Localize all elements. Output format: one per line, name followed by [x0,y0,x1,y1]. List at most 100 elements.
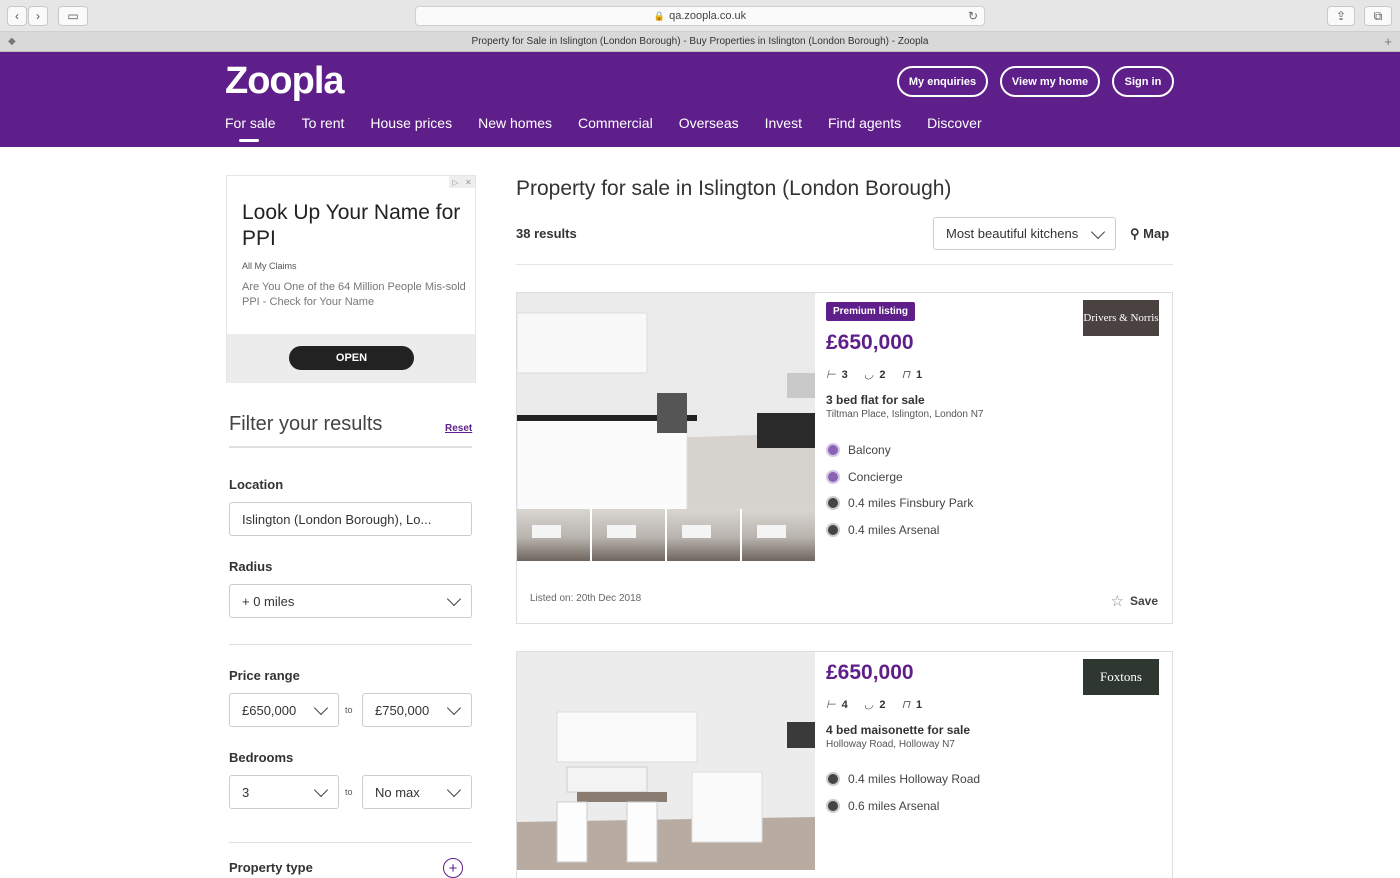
location-input[interactable]: Islington (London Borough), Lo... [229,502,472,536]
ad-title[interactable]: Look Up Your Name for PPI [242,200,462,252]
listing-address: Tiltman Place, Islington, London N7 [826,409,984,420]
chevron-down-icon [446,700,462,716]
to-label: to [345,787,353,797]
price-min-select[interactable]: £650,000 [229,693,339,727]
chevron-down-icon [313,782,329,798]
feature-text: 0.4 miles Finsbury Park [848,496,974,510]
sign-in-button[interactable]: Sign in [1112,66,1174,97]
location-label: Location [229,477,284,492]
receptions-spec: ⊓ 1 [901,368,922,382]
map-link[interactable]: ⚲ Map [1130,226,1169,242]
address-url: qa.zoopla.co.uk [669,10,747,22]
forward-icon[interactable]: › [28,6,48,26]
bedrooms-label: Bedrooms [229,750,294,765]
feature-item: Concierge [826,470,903,484]
nav-find-agents[interactable]: Find agents [828,115,901,131]
results-count: 38 results [516,226,577,241]
sort-select[interactable]: Most beautiful kitchens [933,217,1116,250]
reset-link[interactable]: Reset [445,423,472,434]
ad-footer: OPEN [227,334,475,383]
nav-overseas[interactable]: Overseas [679,115,739,131]
agent-logo[interactable]: Foxtons [1083,659,1159,695]
expand-plus-icon[interactable]: + [443,858,463,878]
beds-spec: ⊢ 3 [826,368,848,382]
listing-card[interactable]: Foxtons £650,000 ⊢ 4 ◡ 2 ⊓ 1 4 bed maisonet… [516,651,1173,878]
chevron-down-icon [446,782,462,798]
lock-icon: 🔒 [653,10,666,21]
thumbnail[interactable] [667,509,740,561]
beds-count: 3 [841,368,848,381]
listing-price[interactable]: £650,000 [826,661,914,685]
sofa-icon: ⊓ [901,369,911,381]
tick-icon [826,443,840,457]
nav-for-sale[interactable]: For sale [225,115,276,142]
reload-icon[interactable]: ↻ [968,9,978,23]
listed-date: Listed on: 20th Dec 2018 [530,593,642,604]
train-icon [826,496,840,510]
ad-choices-icon[interactable]: ▷ ✕ [449,176,475,188]
my-enquiries-button[interactable]: My enquiries [897,66,988,97]
radius-label: Radius [229,559,273,574]
premium-badge: Premium listing [826,302,916,321]
feature-item: 0.4 miles Holloway Road [826,772,980,786]
bed-icon: ⊢ [826,699,836,711]
kitchen-photo[interactable] [517,293,815,509]
sidebar-icon[interactable]: ▭ [58,6,88,26]
thumbnail[interactable] [742,509,815,561]
receptions-count: 1 [916,698,923,711]
feature-item: 0.6 miles Arsenal [826,799,939,813]
sort-value: Most beautiful kitchens [946,226,1079,241]
to-label: to [345,705,353,715]
tab-title[interactable]: Property for Sale in Islington (London B… [472,36,929,47]
beds-spec: ⊢ 4 [826,698,848,712]
new-tab-icon[interactable]: + [1384,34,1392,49]
advert[interactable]: ▷ ✕ Look Up Your Name for PPI All My Clai… [226,175,476,383]
feature-text: Balcony [848,443,891,457]
thumbnail[interactable] [592,509,665,561]
kitchen-photo[interactable] [517,652,815,870]
nav-new-homes[interactable]: New homes [478,115,552,131]
bath-icon: ◡ [863,699,874,711]
listing-card[interactable]: Premium listing Drivers & Norris £650,00… [516,292,1173,624]
divider [229,446,472,448]
listing-title[interactable]: 3 bed flat for sale [826,393,925,407]
feature-text: Concierge [848,470,903,484]
feature-text: 0.6 miles Arsenal [848,799,940,813]
view-my-home-button[interactable]: View my home [1000,66,1100,97]
map-pin-icon: ⚲ [1130,226,1140,241]
bed-max-select[interactable]: No max [362,775,472,809]
nav-house-prices[interactable]: House prices [370,115,452,131]
baths-count: 2 [879,368,886,381]
save-button[interactable]: ☆ Save [1111,592,1158,610]
thumbnail[interactable] [517,509,590,561]
share-icon[interactable]: ⇪ [1327,6,1355,26]
nav-to-rent[interactable]: To rent [302,115,345,131]
baths-spec: ◡ 2 [863,698,886,712]
map-label: Map [1143,226,1170,241]
star-icon: ☆ [1110,593,1124,610]
feature-text: 0.4 miles Holloway Road [848,772,981,786]
property-type-label[interactable]: Property type [229,860,313,875]
zoopla-logo[interactable]: Zoopla [225,60,345,103]
thumbnail-strip [517,509,815,561]
train-icon [826,772,840,786]
feature-item: Balcony [826,443,891,457]
ad-open-button[interactable]: OPEN [289,346,414,370]
radius-select[interactable]: + 0 miles [229,584,472,618]
agent-logo[interactable]: Drivers & Norris [1083,300,1159,336]
bed-icon: ⊢ [826,369,836,381]
nav-commercial[interactable]: Commercial [578,115,653,131]
filter-title: Filter your results [229,413,383,435]
bed-min-select[interactable]: 3 [229,775,339,809]
receptions-spec: ⊓ 1 [901,698,923,712]
nav-discover[interactable]: Discover [927,115,981,131]
listing-title[interactable]: 4 bed maisonette for sale [826,723,970,737]
nav-invest[interactable]: Invest [765,115,802,131]
address-bar[interactable]: 🔒 qa.zoopla.co.uk ↻ [415,6,985,26]
tabs-icon[interactable]: ⧉ [1364,6,1392,26]
back-icon[interactable]: ‹ [7,6,27,26]
ad-text: Are You One of the 64 Million People Mis… [242,281,466,308]
price-max-select[interactable]: £750,000 [362,693,472,727]
listing-price[interactable]: £650,000 [826,331,914,355]
page-title: Property for sale in Islington (London B… [516,177,952,200]
